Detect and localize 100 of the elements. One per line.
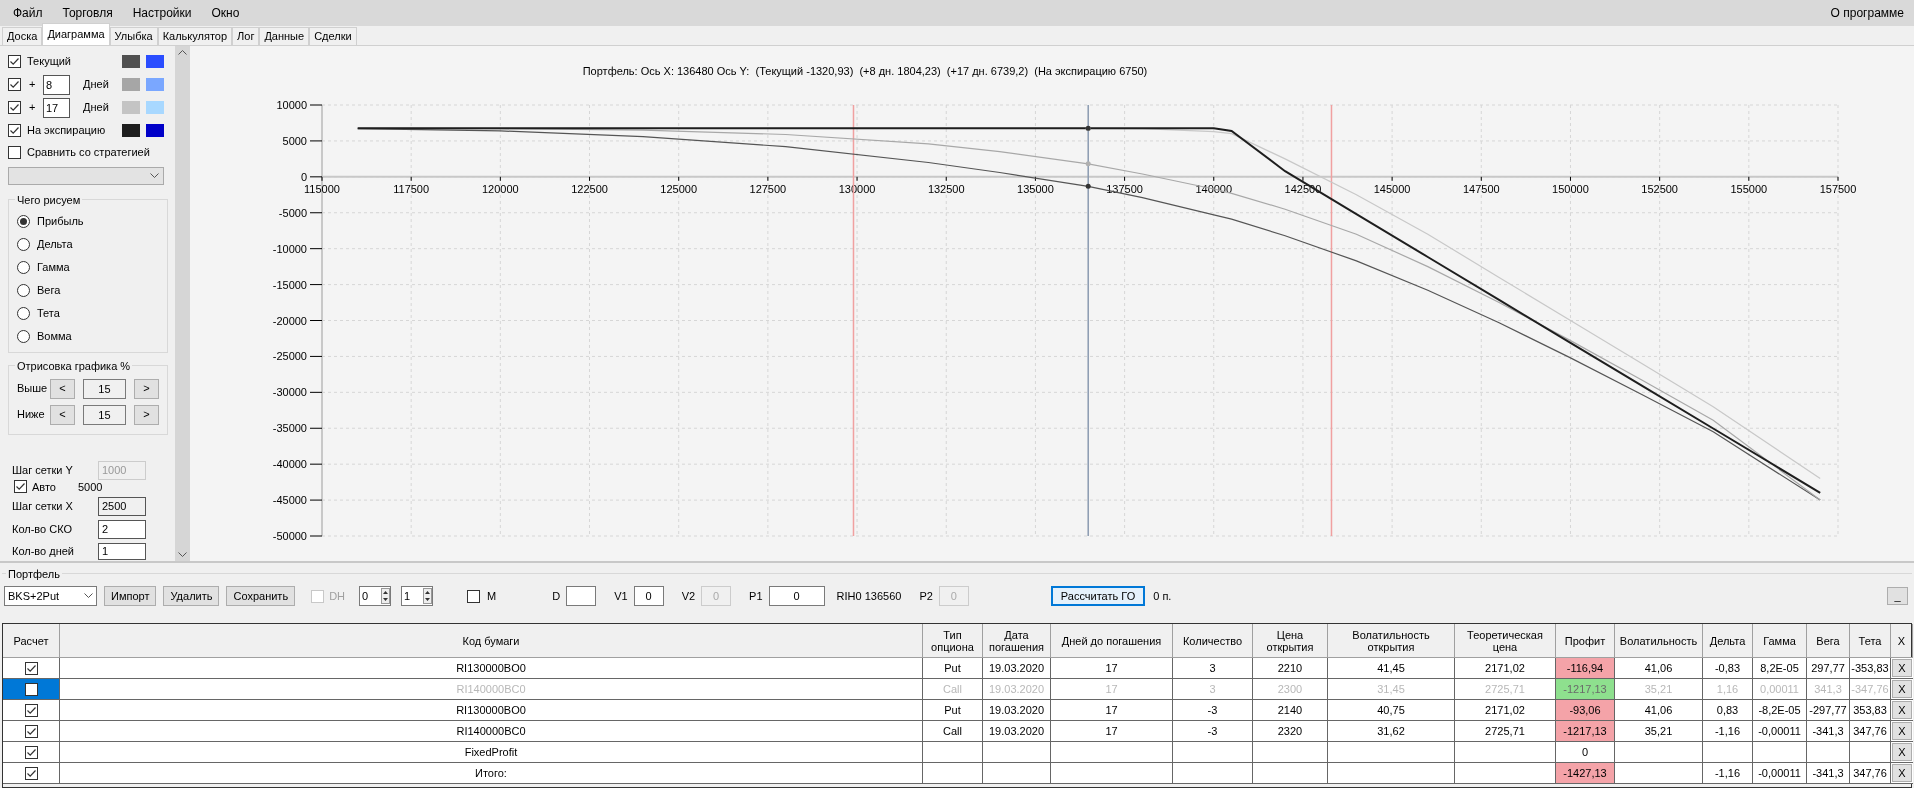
scrollbar[interactable]: [175, 46, 190, 561]
checkbox[interactable]: [8, 146, 21, 160]
x-tick-label: 117500: [393, 182, 430, 195]
days-field[interactable]: 8: [43, 74, 70, 95]
row-selector-cell[interactable]: [3, 658, 60, 679]
tab[interactable]: Данные: [259, 27, 310, 45]
checkbox[interactable]: [24, 661, 38, 675]
grid-x-field[interactable]: 2500: [98, 496, 146, 516]
table-cell: 2210: [1253, 658, 1328, 679]
menu-item[interactable]: О программе: [1830, 4, 1904, 22]
table-cell: -297,77: [1807, 700, 1850, 721]
color-swatch[interactable]: [146, 78, 164, 92]
setting-label: Кол-во СКО: [12, 522, 74, 538]
color-swatch[interactable]: [122, 101, 140, 115]
input-field[interactable]: 0: [633, 586, 664, 606]
increase-button[interactable]: >: [133, 404, 159, 425]
checkbox[interactable]: [8, 101, 21, 115]
input-field[interactable]: 0: [768, 586, 825, 606]
radio-button[interactable]: [17, 237, 30, 251]
increase-button[interactable]: >: [133, 378, 159, 399]
table-cell: -347,76: [1850, 679, 1891, 700]
decrease-button[interactable]: <: [49, 404, 76, 425]
toolbar-button[interactable]: Удалить: [163, 586, 220, 606]
field-label: V1: [614, 588, 628, 604]
table-cell: 40,75: [1328, 700, 1455, 721]
percent-field[interactable]: 15: [83, 404, 126, 425]
row-selector-cell[interactable]: [3, 763, 60, 784]
checkbox-label: На экспирацию: [27, 123, 107, 139]
radio-button[interactable]: [17, 329, 30, 343]
color-swatch[interactable]: [122, 78, 140, 92]
table-cell: 17: [1051, 721, 1173, 742]
checkbox[interactable]: [24, 724, 38, 738]
menu-item[interactable]: Файл: [8, 4, 48, 22]
tab[interactable]: Сделки: [309, 27, 357, 45]
color-swatch[interactable]: [122, 124, 140, 138]
strategy-dropdown[interactable]: BKS+2Put: [4, 586, 97, 606]
number-spinner[interactable]: 0: [359, 586, 392, 606]
table-cell: -1217,13: [1556, 721, 1615, 742]
row-selector-cell[interactable]: [3, 742, 60, 763]
remove-row-button[interactable]: X: [1892, 743, 1912, 761]
checkbox[interactable]: [467, 589, 481, 603]
radio-label: Гамма: [37, 259, 70, 275]
instrument-price: RIH0 136560: [836, 588, 902, 604]
table-cell: 8,2E-05: [1753, 658, 1807, 679]
menu-item[interactable]: Окно: [206, 4, 245, 22]
table-cell: -0,83: [1703, 658, 1753, 679]
remove-row-button[interactable]: X: [1892, 701, 1912, 719]
sko-field[interactable]: 2: [98, 519, 146, 539]
menu-item[interactable]: Торговля: [57, 4, 118, 22]
remove-row-button[interactable]: X: [1892, 764, 1912, 782]
radio-label: Дельта: [37, 236, 73, 252]
checkbox[interactable]: [8, 124, 21, 138]
checkbox[interactable]: [24, 766, 38, 780]
color-swatch[interactable]: [146, 55, 164, 68]
number-spinner[interactable]: 1: [401, 586, 434, 606]
row-selector-cell[interactable]: [3, 700, 60, 721]
decrease-button[interactable]: <: [49, 378, 76, 399]
radio-button[interactable]: [17, 283, 30, 297]
tab[interactable]: Лог: [232, 27, 260, 45]
color-swatch[interactable]: [146, 101, 164, 115]
checkbox[interactable]: [24, 745, 38, 759]
color-swatch[interactable]: [122, 55, 140, 68]
table-cell: 41,45: [1328, 658, 1455, 679]
tab[interactable]: Улыбка: [109, 27, 158, 45]
table-cell: 353,83: [1850, 700, 1891, 721]
table-cell: -353,83: [1850, 658, 1891, 679]
remove-row-button[interactable]: X: [1892, 659, 1912, 677]
tab[interactable]: Диаграмма: [42, 23, 110, 45]
radio-button[interactable]: [17, 260, 30, 274]
plus-label: +: [29, 77, 37, 93]
days-field[interactable]: 17: [43, 97, 70, 118]
table-cell: 0,83: [1703, 700, 1753, 721]
minimize-button[interactable]: _: [1887, 587, 1908, 605]
days-count-field[interactable]: 1: [98, 542, 146, 560]
input-field[interactable]: [566, 586, 597, 606]
toolbar-button[interactable]: Импорт: [104, 586, 157, 606]
checkbox[interactable]: [8, 55, 21, 68]
calculate-button[interactable]: Рассчитать ГО: [1050, 586, 1146, 606]
checkbox[interactable]: [14, 480, 27, 494]
color-swatch[interactable]: [146, 124, 164, 138]
tab[interactable]: Доска: [2, 27, 43, 45]
menu-item[interactable]: Настройки: [127, 4, 197, 22]
checkbox[interactable]: [8, 78, 21, 92]
table-cell: 17: [1051, 679, 1173, 700]
spin-arrows-icon: [423, 588, 433, 604]
radio-button[interactable]: [17, 214, 30, 228]
checkbox[interactable]: [24, 703, 38, 717]
setting-label: Кол-во дней: [12, 544, 75, 560]
tab[interactable]: Калькулятор: [157, 27, 233, 45]
toolbar-button[interactable]: Сохранить: [226, 586, 296, 606]
radio-button[interactable]: [17, 306, 30, 320]
table-cell: -116,94: [1556, 658, 1615, 679]
table-cell: 41,06: [1615, 700, 1703, 721]
percent-field[interactable]: 15: [83, 378, 126, 399]
remove-row-button[interactable]: X: [1892, 722, 1912, 740]
table-cell: -1,16: [1703, 721, 1753, 742]
row-selector-cell[interactable]: [3, 721, 60, 742]
table-cell: 2300: [1253, 679, 1328, 700]
x-tick-label: 137500: [1106, 182, 1143, 195]
table-cell: 341,3: [1807, 679, 1850, 700]
